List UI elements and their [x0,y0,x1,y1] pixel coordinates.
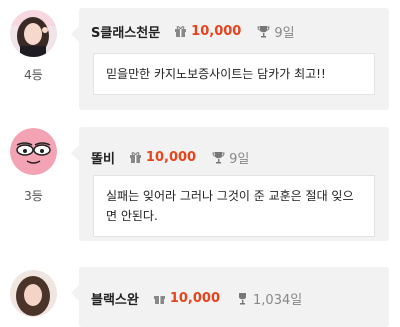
avatar[interactable] [10,10,57,57]
comment-text: 믿을만한 카지노보증사이트는 담카가 최고!! [93,53,375,95]
points-value: 10,000 [191,23,242,39]
comment-card: 블랙스완 10,000 1,034일 [71,267,389,327]
girl-photo-icon [10,10,57,57]
gift-icon [175,25,187,37]
points-value: 10,000 [145,149,197,165]
cartoon-face-icon [10,128,57,175]
avatar[interactable] [10,270,57,317]
user-name[interactable]: S클래스천문 [91,22,160,41]
user-name[interactable]: 똘비 [91,148,115,167]
days-value: 1,034일 [253,292,303,308]
trophy-icon [257,25,270,37]
gift-icon [153,295,165,304]
trophy-icon [212,151,225,163]
points-value: 10,000 [169,290,221,306]
comment-card: 똘비 10,000 9일 실패는 잊어라 그러나 그것이 준 교훈은 절대 잊으… [71,127,389,241]
girl-photo-icon [10,270,57,317]
trophy-icon [239,292,247,304]
comment-card: S클래스천문 10,000 9일 믿을만한 카지노보증사이트는 담카가 최고!! [71,8,389,110]
user-name[interactable]: 블랙스완 [91,289,139,308]
gift-icon [129,151,141,163]
rank-label: 3등 [24,189,43,203]
days-value: 9일 [229,151,250,167]
avatar[interactable] [10,128,57,175]
days-value: 9일 [274,25,295,41]
rank-label: 4등 [24,68,43,82]
comment-text: 실패는 잊어라 그러나 그것이 준 교훈은 절대 잊으면 안된다. [93,175,375,237]
